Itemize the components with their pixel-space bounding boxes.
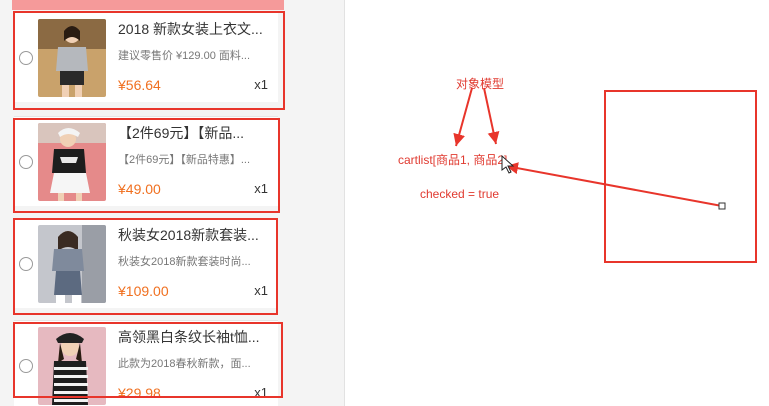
arrow-to-item	[483, 87, 500, 145]
drag-handle[interactable]	[718, 202, 726, 210]
pointer-cursor-icon	[501, 154, 515, 174]
drag-arrow	[505, 162, 723, 207]
arrow-to-cartlist	[453, 87, 473, 147]
annotation-arrows	[453, 87, 726, 210]
